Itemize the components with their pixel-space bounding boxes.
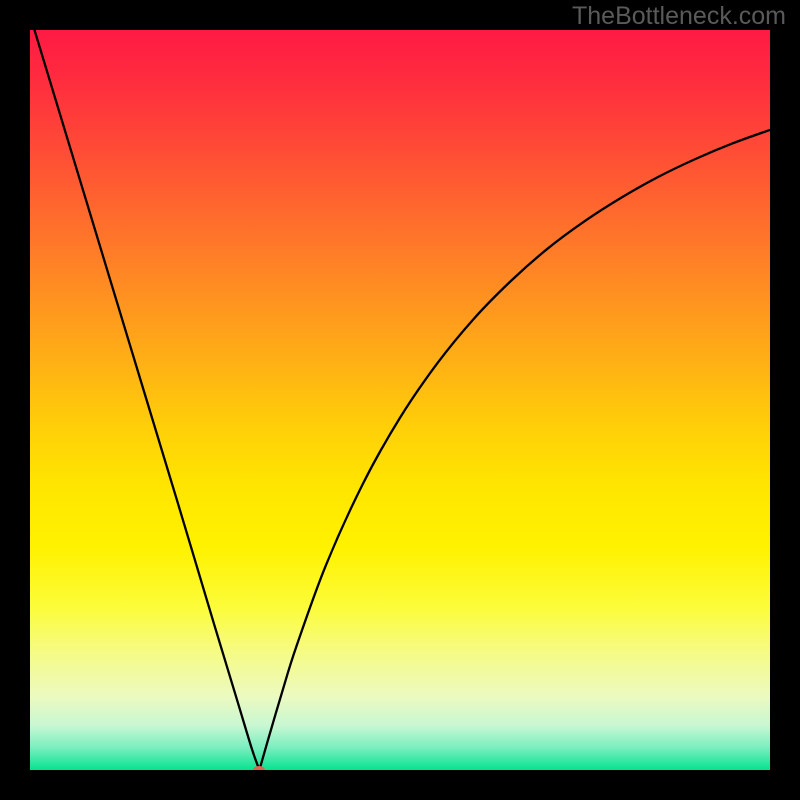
cusp-marker [253,766,265,770]
chart-frame: TheBottleneck.com [0,0,800,800]
plot-area [30,30,770,770]
bottleneck-curve-path [30,30,770,770]
bottleneck-curve-svg [30,30,770,770]
watermark-text: TheBottleneck.com [572,2,786,31]
